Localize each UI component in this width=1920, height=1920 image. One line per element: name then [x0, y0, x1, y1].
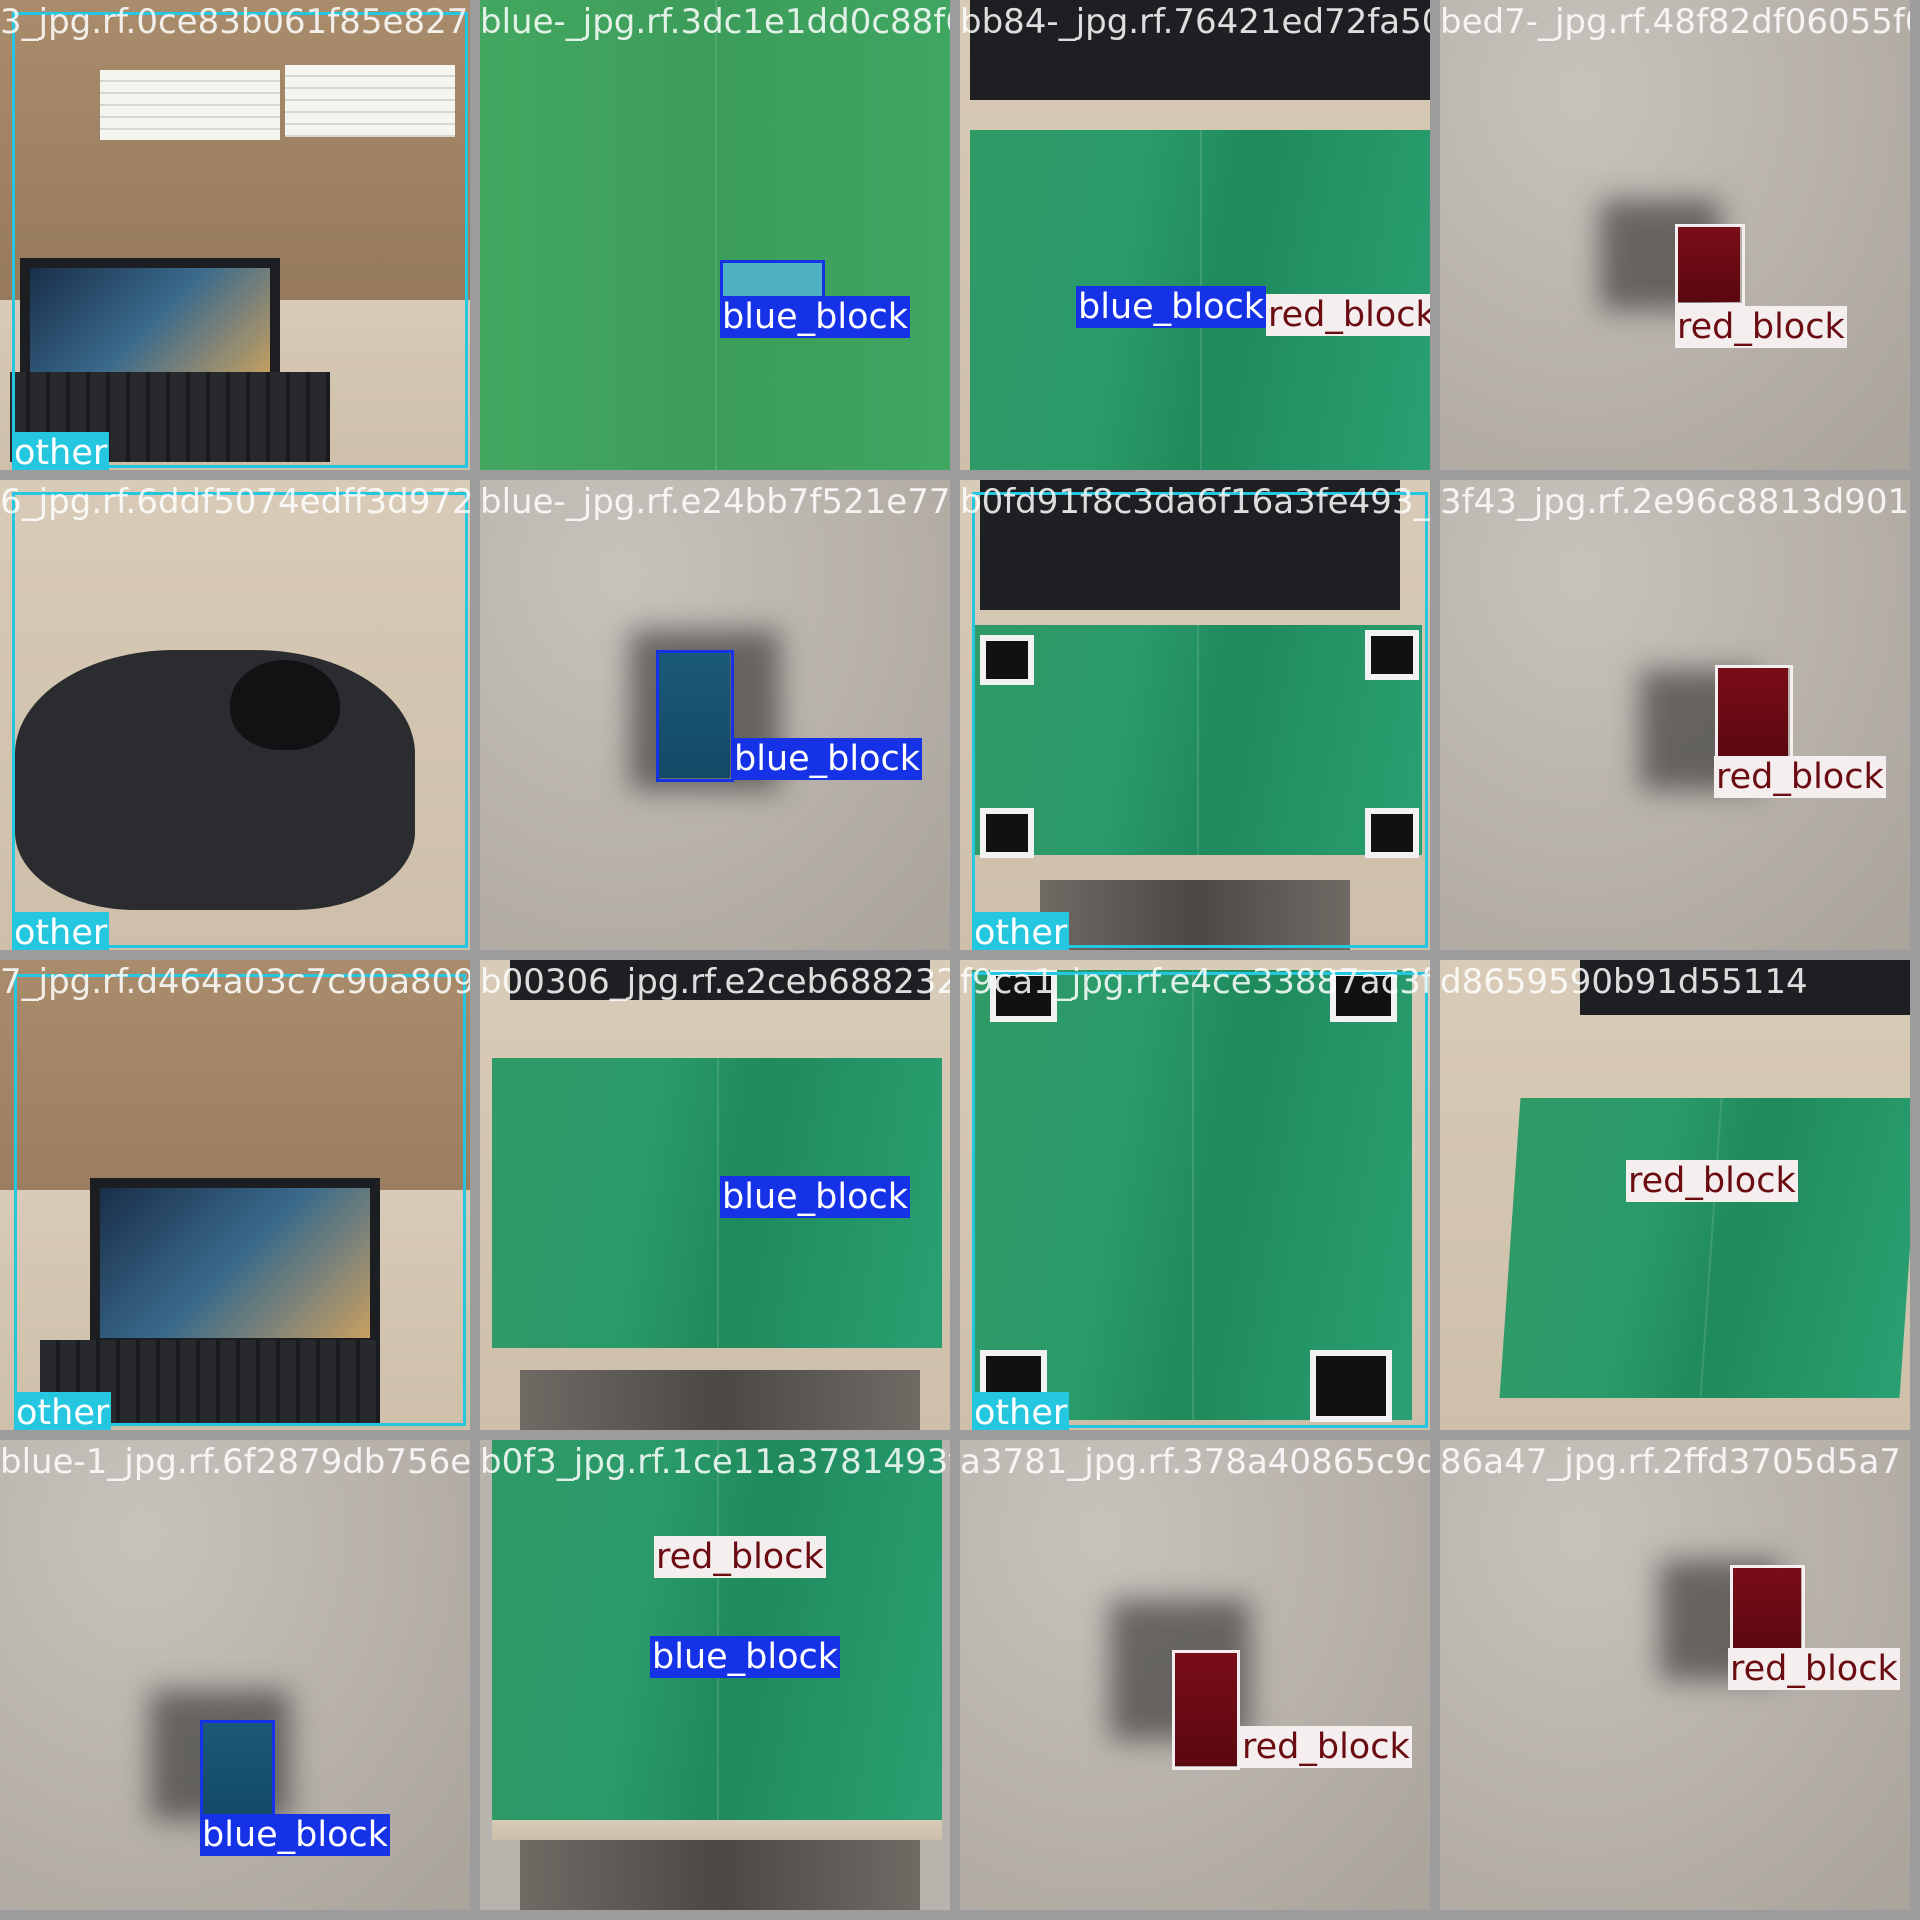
tile-filename: b0f3_jpg.rf.1ce11a3781493f378a40865c9d20: [480, 1442, 950, 1482]
tile-1: other 3_jpg.rf.0ce83b061f85e8278b9363e9f…: [0, 0, 470, 470]
tile-16: red_block 86a47_jpg.rf.2ffd3705d5a7: [1440, 1440, 1910, 1910]
bbox-blue-block: [720, 260, 825, 300]
bbox-red-block: [1172, 1650, 1240, 1770]
tile-filename: f9ca1_jpg.rf.e4ce33887ac3f6cd96559: [960, 962, 1430, 1002]
tile-filename: d8659590b91d55114: [1440, 962, 1808, 1002]
bbox-blue-block: [656, 650, 734, 782]
bbox-other: [972, 972, 1428, 1428]
bbox-other: [972, 492, 1428, 948]
tile-filename: b00306_jpg.rf.e2ceb688232ca6455f9ca1: [480, 962, 950, 1002]
label-red-block: red_block: [1240, 1726, 1412, 1768]
bbox-other: [12, 12, 468, 468]
label-blue-block: blue_block: [732, 738, 923, 780]
tile-4: red_block bed7-_jpg.rf.48f82df06055f0c0a: [1440, 0, 1910, 470]
label-blue-block: blue_block: [720, 1176, 911, 1218]
tile-filename: 86a47_jpg.rf.2ffd3705d5a7: [1440, 1442, 1901, 1482]
tile-filename: blue-_jpg.rf.3dc1e1dd0c88f6b84bad67de59: [480, 2, 950, 42]
label-red-block: red_block: [654, 1536, 826, 1578]
label-other: other: [972, 1392, 1070, 1430]
label-blue-block: blue_block: [1076, 286, 1267, 328]
bbox-red-block: [1715, 665, 1793, 761]
tile-13: blue_block blue-1_jpg.rf.6f2879db756e3b0…: [0, 1440, 470, 1910]
tile-15: red_block a3781_jpg.rf.378a40865c9d2086a…: [960, 1440, 1430, 1910]
tile-2: blue_block blue-_jpg.rf.3dc1e1dd0c88f6b8…: [480, 0, 950, 470]
tile-14: red_block blue_block b0f3_jpg.rf.1ce11a3…: [480, 1440, 950, 1910]
tile-filename: a3781_jpg.rf.378a40865c9d2086a47b: [960, 1442, 1430, 1482]
label-blue-block: blue_block: [200, 1814, 391, 1856]
tile-11: other f9ca1_jpg.rf.e4ce33887ac3f6cd96559: [960, 960, 1430, 1430]
label-red-block: red_block: [1626, 1160, 1798, 1202]
tile-10: blue_block b00306_jpg.rf.e2ceb688232ca64…: [480, 960, 950, 1430]
bbox-other: [12, 492, 468, 948]
tile-6: blue_block blue-_jpg.rf.e24bb7f521e779a6…: [480, 480, 950, 950]
mosaic-grid: other 3_jpg.rf.0ce83b061f85e8278b9363e9f…: [0, 0, 1920, 1920]
tile-filename: 6_jpg.rf.6ddf5074edff3d97264812b2738ef24: [0, 482, 470, 522]
tile-5: other 6_jpg.rf.6ddf5074edff3d97264812b27…: [0, 480, 470, 950]
tile-filename: 7_jpg.rf.d464a03c7c90a809100306ba4554e20: [0, 962, 470, 1002]
bbox-red-block: [1675, 224, 1745, 306]
bbox-red-block: [1730, 1565, 1805, 1657]
label-other: other: [12, 912, 110, 950]
tile-9: other 7_jpg.rf.d464a03c7c90a809100306ba4…: [0, 960, 470, 1430]
tile-filename: blue-_jpg.rf.e24bb7f521e779a6b21efb0fd91: [480, 482, 950, 522]
label-blue-block: blue_block: [650, 1636, 841, 1678]
label-red-block: red_block: [1714, 756, 1886, 798]
label-red-block: red_block: [1728, 1648, 1900, 1690]
tile-12: red_block d8659590b91d55114: [1440, 960, 1910, 1430]
tile-filename: bed7-_jpg.rf.48f82df06055f0c0a: [1440, 2, 1910, 42]
label-blue-block: blue_block: [720, 296, 911, 338]
tile-filename: b0fd91f8c3da6f16a3fe493_jpg.rf.2e96c8813…: [960, 482, 1430, 522]
label-other: other: [972, 912, 1070, 950]
label-red-block: red_block: [1266, 294, 1430, 336]
label-other: other: [14, 1392, 112, 1430]
tile-filename: 3_jpg.rf.0ce83b061f85e8278b9363e9f238d74: [0, 2, 470, 42]
tile-8: red_block 3f43_jpg.rf.2e96c8813d9018: [1440, 480, 1910, 950]
tile-filename: blue-1_jpg.rf.6f2879db756e3b0f3a0b20953: [0, 1442, 470, 1482]
tile-filename: 3f43_jpg.rf.2e96c8813d9018: [1440, 482, 1910, 522]
tile-7: other b0fd91f8c3da6f16a3fe493_jpg.rf.2e9…: [960, 480, 1430, 950]
tile-filename: bb84-_jpg.rf.76421ed72fa508f82df06055f0c…: [960, 2, 1430, 42]
label-red-block: red_block: [1675, 306, 1847, 348]
bbox-other: [14, 974, 466, 1426]
tile-3: blue_block red_block bb84-_jpg.rf.76421e…: [960, 0, 1430, 470]
label-other: other: [12, 432, 110, 470]
